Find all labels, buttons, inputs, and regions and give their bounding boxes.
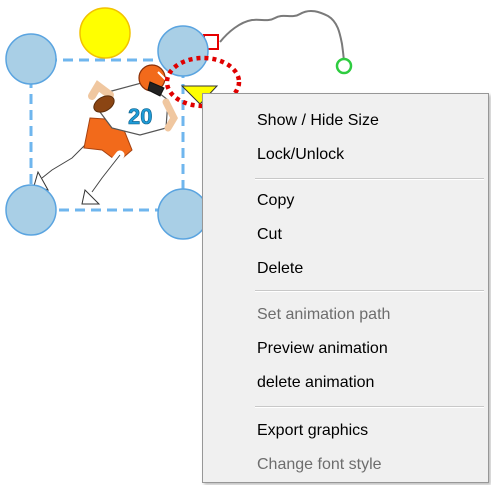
jersey-number: 20	[128, 104, 152, 129]
menu-item-cut[interactable]: Cut	[256, 218, 484, 252]
menu-separator	[255, 290, 484, 292]
resize-handle-top-left[interactable]	[5, 33, 57, 85]
animation-path-line[interactable]	[219, 9, 345, 65]
menu-item-preview-animation[interactable]: Preview animation	[256, 332, 484, 366]
menu-item-export-graphics[interactable]: Export graphics	[256, 414, 484, 448]
menu-separator	[255, 406, 484, 408]
path-end-handle[interactable]	[335, 57, 353, 75]
menu-item-lock-unlock[interactable]: Lock/Unlock	[256, 138, 484, 172]
menu-item-delete-animation[interactable]: delete animation	[256, 366, 484, 400]
menu-item-change-font-style[interactable]: Change font style	[256, 448, 484, 482]
resize-handle-bottom-left[interactable]	[5, 184, 57, 236]
menu-item-set-animation-path[interactable]: Set animation path	[256, 298, 484, 332]
resize-handle-bottom-right[interactable]	[157, 188, 209, 240]
menu-item-show-hide-size[interactable]: Show / Hide Size	[256, 104, 484, 138]
context-menu: Show / Hide Size Lock/Unlock Copy Cut De…	[202, 93, 489, 483]
resize-handle-top-right[interactable]	[157, 25, 209, 77]
menu-separator	[255, 178, 484, 180]
menu-item-copy[interactable]: Copy	[256, 184, 484, 218]
rotate-handle[interactable]	[79, 7, 131, 59]
menu-item-delete[interactable]: Delete	[256, 252, 484, 286]
football-player-graphic[interactable]: 20	[33, 64, 178, 205]
